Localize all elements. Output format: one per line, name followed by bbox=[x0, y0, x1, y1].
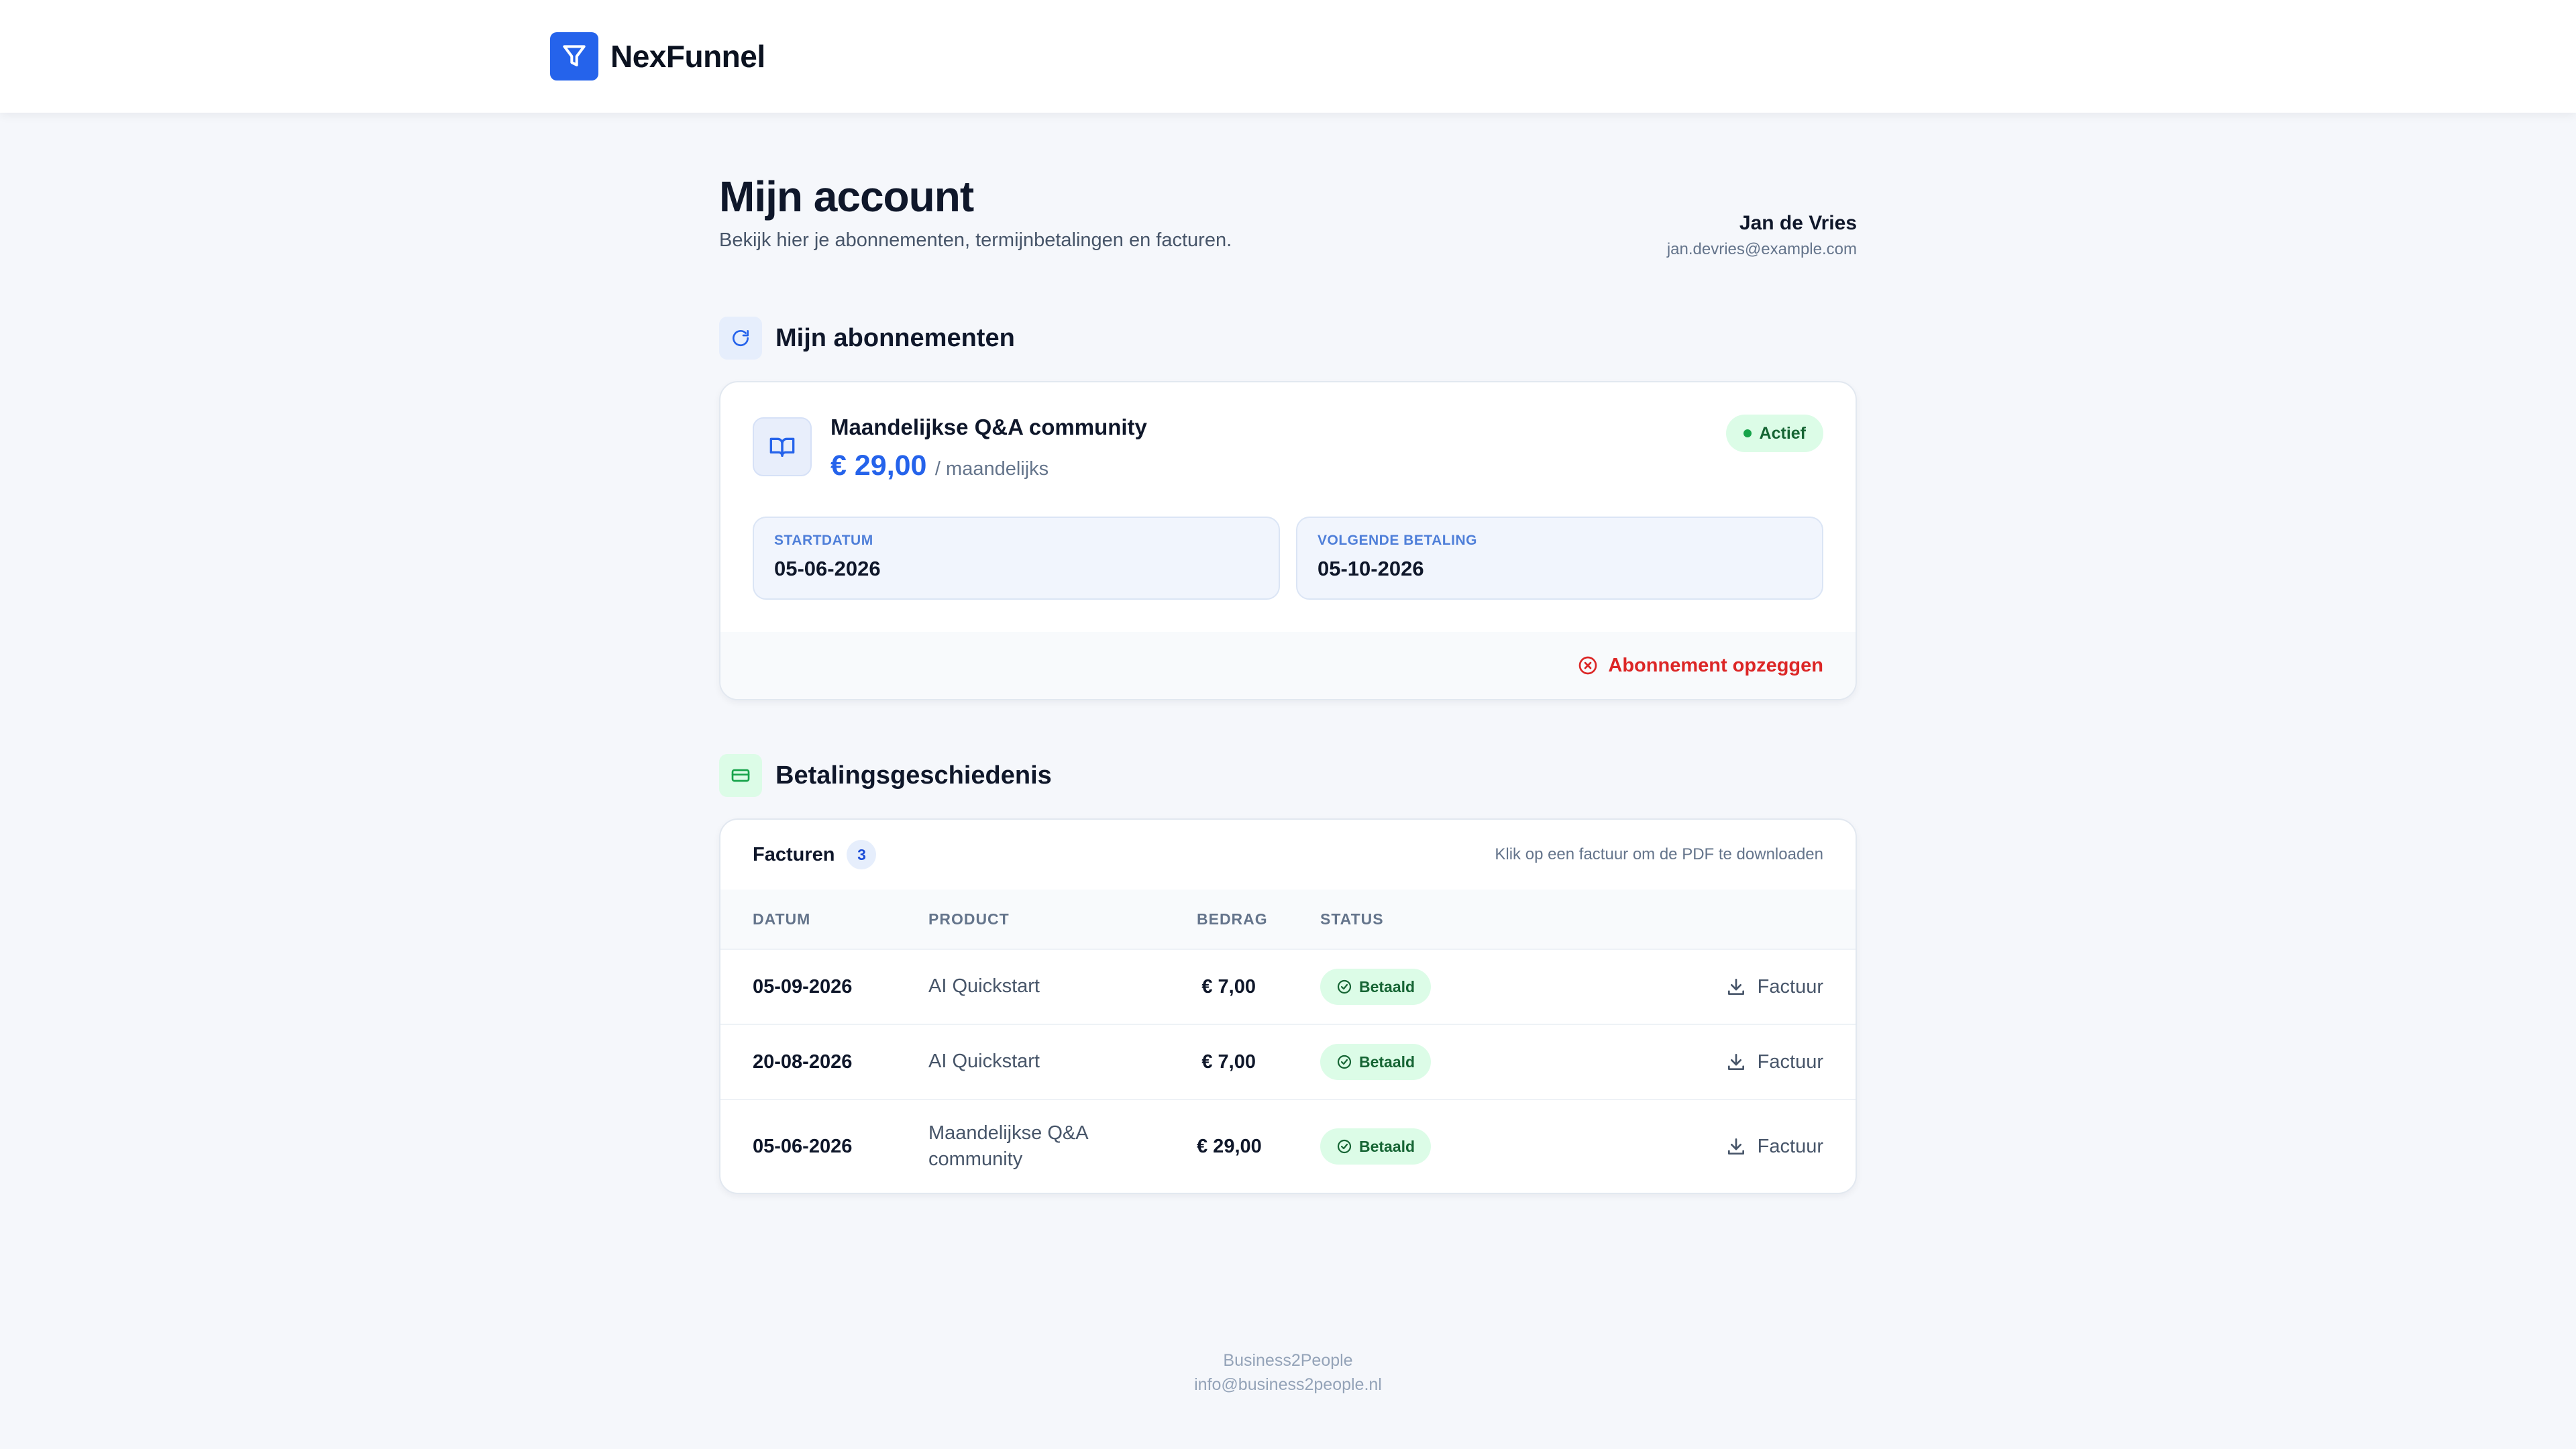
row-status: Betaald bbox=[1320, 969, 1432, 1005]
main-content: Mijn account Bekijk hier je abonnementen… bbox=[719, 173, 1857, 1194]
book-icon bbox=[753, 417, 812, 476]
top-bar: NexFunnel bbox=[0, 0, 2576, 113]
download-invoice-label: Factuur bbox=[1757, 975, 1823, 998]
subscription-name: Maandelijkse Q&A community bbox=[830, 415, 1147, 439]
payments-header: Betalingsgeschiedenis bbox=[719, 754, 1857, 797]
next-payment-value: 05-10-2026 bbox=[1318, 557, 1424, 580]
row-date: 05-06-2026 bbox=[753, 1135, 853, 1157]
x-circle-icon bbox=[1579, 656, 1597, 675]
subscription-price: € 29,00 / maandelijks bbox=[830, 449, 1049, 482]
row-product: AI Quickstart bbox=[928, 1051, 1040, 1073]
download-invoice-label: Factuur bbox=[1757, 1051, 1823, 1073]
payments-section: Betalingsgeschiedenis Facturen 3 Klik op… bbox=[719, 754, 1857, 1194]
paid-badge: Betaald bbox=[1320, 969, 1432, 1005]
page-header: Mijn account Bekijk hier je abonnementen… bbox=[719, 173, 1857, 341]
row-status: Betaald bbox=[1320, 1128, 1432, 1165]
status-badge: Actief bbox=[1725, 415, 1823, 452]
user-email: jan.devries@example.com bbox=[1666, 240, 1857, 258]
table-row[interactable]: 05-09-2026 AI Quickstart € 7,00 Betaald … bbox=[720, 949, 1856, 1024]
invoices-hint: Klik op een factuur om de PDF te downloa… bbox=[1495, 845, 1823, 863]
cancel-subscription-button[interactable]: Abonnement opzeggen bbox=[1577, 655, 1823, 677]
paid-label: Betaald bbox=[1359, 1137, 1415, 1155]
invoices-count-badge: 3 bbox=[847, 840, 877, 869]
row-product: AI Quickstart bbox=[928, 975, 1040, 998]
paid-badge: Betaald bbox=[1320, 1044, 1432, 1080]
page-footer: Business2People info@business2people.nl bbox=[0, 1348, 2576, 1397]
column-date: DATUM bbox=[753, 910, 811, 928]
credit-card-icon bbox=[719, 754, 762, 797]
cancel-subscription-label: Abonnement opzeggen bbox=[1608, 654, 1823, 676]
subscription-actions: Abonnement opzeggen bbox=[720, 632, 1856, 699]
column-product: PRODUCT bbox=[928, 910, 1010, 928]
row-status: Betaald bbox=[1320, 1044, 1432, 1080]
download-icon bbox=[1727, 1138, 1744, 1155]
download-invoice-button[interactable]: Factuur bbox=[1725, 1136, 1823, 1158]
brand-name: NexFunnel bbox=[610, 39, 765, 74]
table-row[interactable]: 05-06-2026 Maandelijkse Q&A community € … bbox=[720, 1099, 1856, 1193]
invoices-card: Facturen 3 Klik op een factuur om de PDF… bbox=[719, 818, 1857, 1194]
invoices-header: Facturen 3 Klik op een factuur om de PDF… bbox=[720, 820, 1856, 890]
subscription-card: Maandelijkse Q&A community € 29,00 / maa… bbox=[719, 381, 1857, 700]
table-header: DATUM PRODUCT BEDRAG STATUS bbox=[720, 890, 1856, 949]
footer-company: Business2People bbox=[1223, 1351, 1353, 1370]
row-date: 05-09-2026 bbox=[753, 975, 853, 998]
row-amount: € 29,00 bbox=[1197, 1135, 1262, 1157]
price-period: / maandelijks bbox=[934, 458, 1049, 480]
start-date-label: STARTDATUM bbox=[774, 533, 873, 548]
paid-label: Betaald bbox=[1359, 977, 1415, 996]
paid-label: Betaald bbox=[1359, 1053, 1415, 1071]
start-date-value: 05-06-2026 bbox=[774, 557, 881, 580]
row-date: 20-08-2026 bbox=[753, 1051, 853, 1073]
download-invoice-label: Factuur bbox=[1757, 1135, 1823, 1157]
table-row[interactable]: 20-08-2026 AI Quickstart € 7,00 Betaald … bbox=[720, 1024, 1856, 1099]
column-amount: BEDRAG bbox=[1197, 910, 1268, 928]
download-icon bbox=[1727, 1054, 1744, 1070]
brand-logo[interactable]: NexFunnel bbox=[550, 32, 765, 80]
payments-title: Betalingsgeschiedenis bbox=[775, 761, 1052, 790]
price-amount: € 29,00 bbox=[830, 449, 927, 482]
paid-badge: Betaald bbox=[1320, 1128, 1432, 1165]
user-info: Jan de Vries jan.devries@example.com bbox=[1667, 212, 1857, 259]
row-amount: € 7,00 bbox=[1201, 1051, 1256, 1073]
next-payment-label: VOLGENDE BETALING bbox=[1318, 533, 1477, 548]
user-name: Jan de Vries bbox=[1739, 212, 1857, 234]
start-date-box: STARTDATUM 05-06-2026 bbox=[753, 517, 1280, 600]
next-payment-box: VOLGENDE BETALING 05-10-2026 bbox=[1296, 517, 1823, 600]
footer-email[interactable]: info@business2people.nl bbox=[0, 1373, 2576, 1397]
check-circle-icon bbox=[1337, 979, 1352, 994]
download-invoice-button[interactable]: Factuur bbox=[1725, 976, 1823, 998]
download-icon bbox=[1727, 979, 1744, 995]
check-circle-icon bbox=[1337, 1055, 1352, 1069]
column-status: STATUS bbox=[1320, 910, 1384, 928]
row-amount: € 7,00 bbox=[1201, 975, 1256, 998]
status-dot-icon bbox=[1743, 429, 1752, 437]
download-invoice-button[interactable]: Factuur bbox=[1725, 1051, 1823, 1073]
check-circle-icon bbox=[1337, 1139, 1352, 1154]
funnel-icon bbox=[550, 32, 598, 80]
status-label: Actief bbox=[1759, 423, 1806, 443]
row-product: Maandelijkse Q&A community bbox=[928, 1122, 1087, 1170]
invoices-title: Facturen bbox=[753, 843, 835, 865]
